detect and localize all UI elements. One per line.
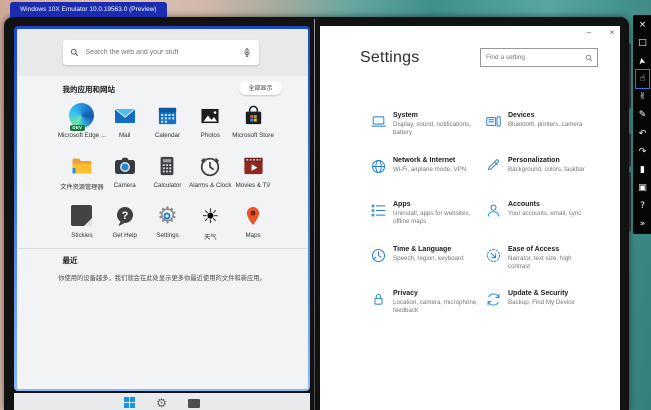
clock-language-icon	[370, 247, 387, 264]
cursor-icon[interactable]: ➤	[636, 52, 649, 70]
app-tile-stickies[interactable]: Stickies	[61, 203, 104, 253]
apps-section-heading: 我的应用和网站	[63, 84, 116, 95]
clock-icon	[197, 153, 223, 179]
rotate-right-icon[interactable]: ↷	[636, 143, 649, 161]
app-tile-movies-tv[interactable]: Movies & TV	[232, 153, 275, 203]
person-icon	[485, 202, 502, 219]
start-panel: 我的应用和网站 全部显示 DEV Microsoft Edge ...	[14, 26, 310, 391]
list-icon	[370, 202, 387, 219]
emulator-device-frame: 我的应用和网站 全部显示 DEV Microsoft Edge ...	[4, 17, 629, 410]
settings-category-network[interactable]: Network & Internet Wi-Fi, airplane mode,…	[370, 157, 485, 202]
app-tile-microsoft-store[interactable]: Microsoft Store	[232, 103, 275, 153]
settings-category-accounts[interactable]: Accounts Your accounts, email, sync	[485, 201, 600, 246]
emulator-toolbar: × □ ➤ ☝ ✌ ✎ ↶ ↷ ▮ ▣ ? »	[633, 15, 651, 234]
settings-category-update-security[interactable]: Update & Security Backup, Find My Device	[485, 290, 600, 335]
search-icon	[585, 54, 593, 62]
app-tile-alarms-clock[interactable]: Alarms & Clock	[189, 153, 232, 203]
settings-category-devices[interactable]: Devices Bluetooth, printers, camera	[485, 112, 600, 157]
recent-empty-message: 你使用的设备越多，我们就会在此处显示更多你最近使用的文件和新应用。	[45, 274, 280, 283]
stickies-icon	[69, 203, 95, 229]
help-icon[interactable]: ?	[636, 197, 649, 215]
left-screen: 我的应用和网站 全部显示 DEV Microsoft Edge ...	[14, 26, 310, 410]
start-search-box[interactable]	[63, 40, 259, 65]
help-bubble-icon: ?	[112, 203, 138, 229]
settings-category-time-language[interactable]: Time & Language Speech, region, keyboard	[370, 246, 485, 291]
calculator-icon	[154, 153, 180, 179]
minimize-button[interactable]: –	[584, 28, 594, 37]
settings-window: – × Settings System Display, sound, noti…	[320, 26, 620, 410]
photos-icon	[197, 103, 223, 129]
camera-icon	[112, 153, 138, 179]
window-icon[interactable]: □	[636, 34, 649, 52]
rotate-left-icon[interactable]: ↶	[636, 125, 649, 143]
emulator-title-bar[interactable]: Windows 10X Emulator 10.0.19563.0 (Previ…	[10, 2, 167, 17]
single-screen-icon[interactable]: ▮	[636, 161, 649, 179]
settings-category-grid: System Display, sound, notifications, ba…	[370, 112, 600, 335]
desktop-wallpaper: Windows 10X Emulator 10.0.19563.0 (Previ…	[0, 0, 651, 410]
app-tile-file-explorer[interactable]: 文件资源管理器	[61, 153, 104, 203]
settings-search-input[interactable]	[481, 54, 585, 61]
section-divider	[17, 248, 308, 249]
settings-category-privacy[interactable]: Privacy Location, camera, microphone, fe…	[370, 290, 485, 335]
settings-search-box[interactable]	[480, 48, 598, 67]
show-all-button[interactable]: 全部显示	[239, 81, 281, 95]
svg-text:?: ?	[121, 209, 128, 221]
page-title: Settings	[360, 49, 419, 67]
globe-icon	[370, 158, 387, 175]
app-grid: DEV Microsoft Edge ... Mail	[61, 103, 275, 253]
close-button[interactable]: ×	[607, 28, 617, 37]
settings-category-ease-of-access[interactable]: Ease of Access Narrator, text size, high…	[485, 246, 600, 291]
emulator-title: Windows 10X Emulator 10.0.19563.0 (Previ…	[20, 6, 157, 13]
app-tile-mail[interactable]: Mail	[103, 103, 146, 153]
search-icon	[70, 48, 79, 57]
mic-icon[interactable]	[242, 47, 252, 58]
pen-icon[interactable]: ✎	[636, 106, 649, 124]
app-tile-get-help[interactable]: ? Get Help	[103, 203, 146, 253]
calendar-icon	[154, 103, 180, 129]
app-tile-weather[interactable]: ☀ 天气	[189, 203, 232, 253]
settings-category-personalization[interactable]: Personalization Background, colors, task…	[485, 157, 600, 202]
settings-gear-icon: ⚙	[154, 203, 180, 229]
dual-screen-icon[interactable]: ▣	[636, 179, 649, 197]
more-icon[interactable]: »	[636, 215, 649, 233]
ease-of-access-icon	[485, 247, 502, 264]
sun-icon: ☀	[197, 203, 223, 229]
dev-badge: DEV	[70, 125, 85, 131]
close-icon[interactable]: ×	[636, 16, 649, 34]
refresh-icon	[485, 291, 502, 308]
start-button-icon[interactable]	[124, 397, 135, 408]
laptop-icon	[370, 113, 387, 130]
multi-touch-icon[interactable]: ✌	[636, 88, 649, 106]
settings-category-apps[interactable]: Apps Uninstall, apps for websites, offli…	[370, 201, 485, 246]
app-tile-maps[interactable]: Maps	[232, 203, 275, 253]
map-pin-icon	[240, 203, 266, 229]
app-tile-microsoft-edge[interactable]: DEV Microsoft Edge ...	[61, 103, 104, 153]
touch-icon[interactable]: ☝	[636, 70, 649, 88]
taskbar-settings-icon[interactable]: ⚙	[156, 397, 167, 410]
start-search-input[interactable]	[84, 48, 237, 57]
app-tile-calendar[interactable]: Calendar	[146, 103, 189, 153]
window-controls: – ×	[584, 28, 617, 37]
devices-icon	[485, 113, 502, 130]
app-tile-camera[interactable]: Camera	[103, 153, 146, 203]
edge-icon: DEV	[69, 103, 95, 129]
screen-hinge	[314, 19, 315, 410]
app-tile-photos[interactable]: Photos	[189, 103, 232, 153]
mail-icon	[112, 103, 138, 129]
recent-section-heading: 最近	[63, 255, 78, 266]
pen-icon	[485, 158, 502, 175]
store-icon	[240, 103, 266, 129]
movies-icon	[240, 153, 266, 179]
taskbar-file-explorer-icon[interactable]	[188, 399, 200, 408]
settings-category-system[interactable]: System Display, sound, notifications, ba…	[370, 112, 485, 157]
lock-icon	[370, 291, 387, 308]
app-tile-calculator[interactable]: Calculator	[146, 153, 189, 203]
taskbar: ⚙	[14, 393, 310, 410]
folder-icon	[69, 153, 95, 179]
app-tile-settings[interactable]: ⚙ Settings	[146, 203, 189, 253]
